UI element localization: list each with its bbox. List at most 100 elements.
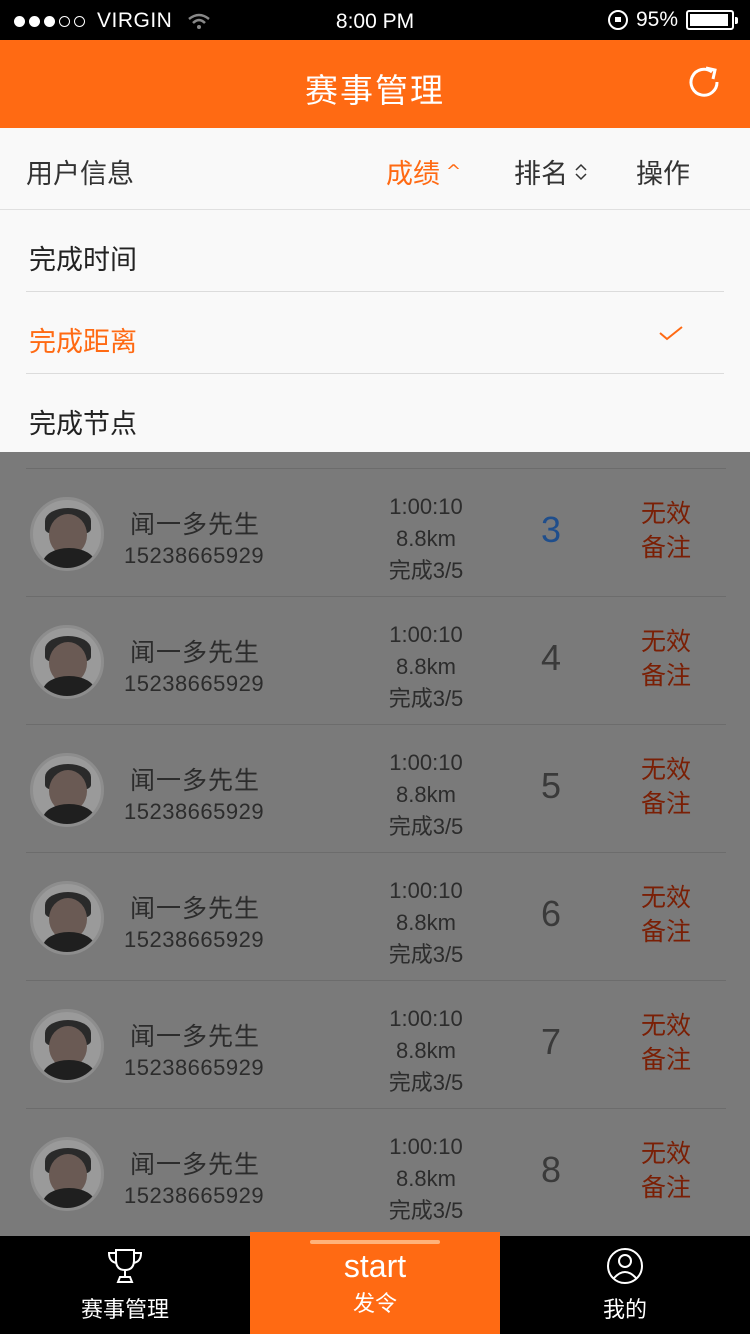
participant-phone: 15238665929 [124,1055,265,1080]
note-button[interactable]: 备注 [636,1171,696,1205]
score-distance: 8.8km [396,654,456,679]
participant-rank: 5 [540,765,562,806]
tab-mine[interactable]: 我的 [500,1236,750,1334]
participant-phone: 15238665929 [124,671,265,696]
avatar [30,1009,104,1083]
participant-actions: 无效 备注 [636,625,696,693]
participant-row[interactable]: 闻一多先生 15238665929 1:00:10 8.8km 完成3/5 3 … [26,468,726,596]
note-button[interactable]: 备注 [636,531,696,565]
invalid-button[interactable]: 无效 [636,1137,696,1171]
score-distance: 8.8km [396,1166,456,1191]
participant-phone: 15238665929 [124,799,265,824]
score-progress: 完成3/5 [388,814,464,839]
participant-row[interactable]: 闻一多先生 15238665929 1:00:10 8.8km 完成3/5 5 … [26,724,726,852]
participant-phone: 15238665929 [124,543,265,568]
score-progress: 完成3/5 [388,1198,464,1223]
score-progress: 完成3/5 [388,558,464,583]
start-sub-label: 发令 [352,1292,397,1317]
invalid-button[interactable]: 无效 [636,881,696,915]
participant-name: 闻一多先生 [130,1150,261,1179]
score-distance: 8.8km [396,1038,456,1063]
participant-rank: 3 [540,509,562,550]
tab-bar: 赛事管理 start 发令 我的 [0,1232,750,1334]
orientation-lock-icon [607,10,628,30]
note-button[interactable]: 备注 [636,659,696,693]
participant-score: 1:00:10 8.8km 完成3/5 [366,1131,486,1227]
note-button[interactable]: 备注 [636,787,696,821]
score-distance: 8.8km [396,910,456,935]
score-time: 1:00:10 [389,494,463,519]
user-icon [607,1248,643,1284]
column-user-info: 用户信息 [26,152,134,191]
participant-rank: 8 [540,1149,562,1190]
dropdown-item-finish-distance[interactable]: 完成距离 [26,292,724,374]
dropdown-item-label: 完成时间 [29,245,137,276]
trophy-icon [107,1249,143,1283]
tab-label: 我的 [602,1298,647,1323]
column-action-label: 操作 [636,159,690,190]
participant-actions: 无效 备注 [636,497,696,565]
participant-actions: 无效 备注 [636,881,696,949]
participant-name: 闻一多先生 [130,1022,261,1051]
sort-updown-icon [575,163,587,180]
participant-list: 闻一多先生 15238665929 1:00:10 8.8km 完成3/5 3 … [0,452,750,1236]
score-time: 1:00:10 [389,622,463,647]
participant-score: 1:00:10 8.8km 完成3/5 [366,491,486,587]
avatar [30,497,104,571]
invalid-button[interactable]: 无效 [636,497,696,531]
score-time: 1:00:10 [389,878,463,903]
participant-name: 闻一多先生 [130,510,261,539]
participant-phone: 15238665929 [124,927,265,952]
page-title: 赛事管理 [305,71,445,110]
score-time: 1:00:10 [389,1006,463,1031]
score-progress: 完成3/5 [388,942,464,967]
note-button[interactable]: 备注 [636,1043,696,1077]
participant-rank: 4 [540,637,562,678]
dropdown-item-label: 完成距离 [29,327,137,358]
sort-rank-label: 排名 [514,159,568,190]
participant-rank: 6 [540,893,562,934]
participant-row[interactable]: 闻一多先生 15238665929 1:00:10 8.8km 完成3/5 8 … [26,1108,726,1236]
score-distance: 8.8km [396,526,456,551]
participant-row[interactable]: 闻一多先生 15238665929 1:00:10 8.8km 完成3/5 4 … [26,596,726,724]
column-user-info-label: 用户信息 [26,159,134,190]
sort-rank-tab[interactable]: 排名 [514,152,588,191]
participant-actions: 无效 备注 [636,1137,696,1205]
avatar [30,1137,104,1211]
participant-phone: 15238665929 [124,1183,265,1208]
battery-percent: 95% [635,8,678,31]
dropdown-item-finish-checkpoint[interactable]: 完成节点 [26,374,724,456]
battery-icon [686,10,738,30]
column-action: 操作 [636,152,690,191]
participant-actions: 无效 备注 [636,753,696,821]
participant-row[interactable]: 闻一多先生 15238665929 1:00:10 8.8km 完成3/5 7 … [26,980,726,1108]
invalid-button[interactable]: 无效 [636,1009,696,1043]
participant-score: 1:00:10 8.8km 完成3/5 [366,747,486,843]
status-bar: VIRGIN 8:00 PM 95% [0,0,750,40]
participant-score: 1:00:10 8.8km 完成3/5 [366,875,486,971]
invalid-button[interactable]: 无效 [636,753,696,787]
invalid-button[interactable]: 无效 [636,625,696,659]
avatar [30,753,104,827]
participant-rank: 7 [540,1021,562,1062]
tab-start[interactable]: start 发令 [250,1232,500,1334]
participant-score: 1:00:10 8.8km 完成3/5 [366,1003,486,1099]
score-progress: 完成3/5 [388,1070,464,1095]
refresh-icon[interactable] [684,62,724,102]
participant-actions: 无效 备注 [636,1009,696,1077]
note-button[interactable]: 备注 [636,915,696,949]
tab-event-management[interactable]: 赛事管理 [0,1236,250,1334]
sort-dropdown: 完成时间 完成距离 完成节点 [0,210,750,452]
check-icon [659,326,683,341]
dropdown-item-finish-time[interactable]: 完成时间 [26,210,724,292]
score-progress: 完成3/5 [388,686,464,711]
sort-score-tab[interactable]: 成绩 ^ [386,152,461,191]
start-label: start [343,1248,407,1284]
sort-score-label: 成绩 [386,159,440,190]
participant-row[interactable]: 闻一多先生 15238665929 1:00:10 8.8km 完成3/5 6 … [26,852,726,980]
nav-header: 赛事管理 [0,40,750,128]
score-distance: 8.8km [396,782,456,807]
tab-label: 赛事管理 [80,1298,169,1323]
sort-bar: 用户信息 成绩 ^ 排名 操作 [0,128,750,210]
avatar [30,881,104,955]
